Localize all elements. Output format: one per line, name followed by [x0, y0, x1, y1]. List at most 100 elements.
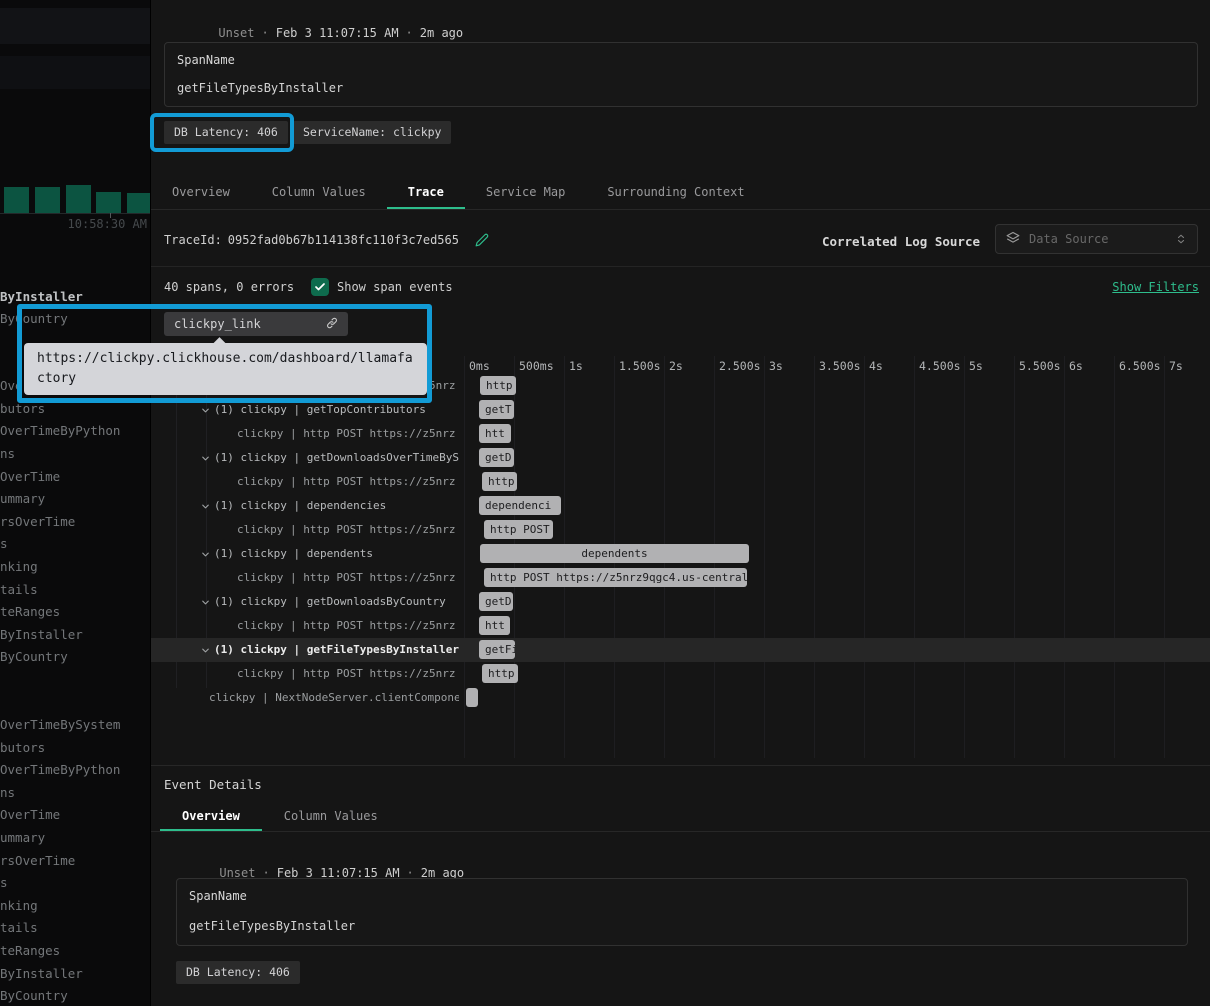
sidebar-item[interactable]: ummary	[0, 829, 45, 847]
trace-span-row[interactable]: clickpy | http POST https://z5nrzhttp	[151, 662, 1210, 686]
sidebar-item[interactable]: ummary	[0, 490, 45, 508]
span-name-value: getFileTypesByInstaller	[189, 919, 355, 933]
sidebar-item[interactable]: ns	[0, 784, 15, 802]
background-sidebar: 10:58:30 AM ByInstaller ByCountry Ove butor…	[0, 0, 150, 1006]
sidebar-item[interactable]: nking	[0, 897, 38, 915]
span-name-panel: SpanName getFileTypesByInstaller	[176, 878, 1188, 946]
db-latency-badge[interactable]: DB Latency: 406	[164, 121, 288, 144]
spans-summary: 40 spans, 0 errors	[164, 280, 294, 294]
timeline-tick-label: 3s	[769, 359, 783, 373]
span-name-panel: SpanName getFileTypesByInstaller	[164, 42, 1198, 107]
trace-span-row[interactable]: (1) clickpy | dependenciesdependenci	[151, 494, 1210, 518]
tab-column-values[interactable]: Column Values	[251, 177, 387, 209]
trace-span-bar[interactable]: getD	[479, 592, 513, 611]
tab-overview[interactable]: Overview	[151, 177, 251, 209]
sidebar-item[interactable]: OverTime	[0, 806, 60, 824]
trace-span-row[interactable]: (1) clickpy | getFileTypesByInstaller get…	[151, 638, 1210, 662]
sidebar-item[interactable]: OverTimeByPython	[0, 761, 120, 779]
span-label: (1) clickpy | getFileTypesByInstaller	[214, 638, 459, 662]
span-label: clickpy | http POST https://z5nrz	[237, 614, 456, 638]
trace-span-bar[interactable]: getT	[479, 400, 514, 419]
sidebar-item[interactable]: ByInstaller	[0, 965, 83, 983]
trace-span-row[interactable]: clickpy | http POST https://z5nrz htt	[151, 614, 1210, 638]
event-tab-overview[interactable]: Overview	[160, 802, 262, 831]
sidebar-item[interactable]: ByInstaller	[0, 626, 83, 644]
sidebar-item[interactable]: OverTime	[0, 468, 60, 486]
trace-span-row[interactable]: (1) clickpy | getDownloadsOverTimeByS get…	[151, 446, 1210, 470]
show-span-events-checkbox[interactable]	[311, 278, 329, 296]
sidebar-item[interactable]: ByCountry	[0, 987, 68, 1005]
timeline-tick-label: 1s	[569, 359, 583, 373]
trace-span-bar[interactable]: getFi	[479, 640, 515, 659]
chevron-down-icon[interactable]	[200, 501, 211, 512]
sidebar-item[interactable]: s	[0, 874, 8, 892]
chevron-down-icon[interactable]	[200, 597, 211, 608]
chevron-down-icon[interactable]	[200, 549, 211, 560]
span-label: (1) clickpy | getTopContributors	[214, 398, 426, 422]
event-age: 2m ago	[420, 26, 463, 40]
sidebar-item[interactable]: OverTimeBySystem	[0, 716, 120, 734]
trace-span-bar[interactable]: dependents	[480, 544, 749, 563]
chevron-down-icon[interactable]	[200, 405, 211, 416]
tab-surrounding-context[interactable]: Surrounding Context	[586, 177, 765, 209]
trace-span-row[interactable]: (1) clickpy | getTopContributors getT	[151, 398, 1210, 422]
sidebar-item[interactable]: tails	[0, 581, 38, 599]
show-span-events-label[interactable]: Show span events	[337, 280, 453, 294]
trace-span-bar[interactable]	[466, 688, 478, 707]
timeline-tick-label: 0ms	[469, 359, 490, 373]
sidebar-item[interactable]: butors	[0, 400, 45, 418]
show-filters-link[interactable]: Show Filters	[1112, 280, 1199, 294]
timeline-tick-label: 3.500s	[819, 359, 861, 373]
edit-pencil-icon[interactable]	[475, 233, 489, 247]
sidebar-item[interactable]: ByInstaller	[0, 288, 83, 306]
trace-span-bar[interactable]: htt	[479, 616, 510, 635]
trace-span-bar[interactable]: http	[482, 472, 517, 491]
external-link-icon	[268, 303, 338, 346]
trace-span-bar[interactable]: http	[482, 664, 518, 683]
trace-span-row[interactable]: clickpy | http POST https://z5nrzhtt	[151, 422, 1210, 446]
trace-span-row[interactable]: clickpy | http POST https://z5nrzhttp	[151, 470, 1210, 494]
section-divider	[151, 765, 1210, 766]
sidebar-item[interactable]: teRanges	[0, 603, 60, 621]
sidebar-item[interactable]: ByCountry	[0, 310, 68, 328]
trace-toolbar: TraceId:0952fad0b67b114138fc110f3c7ed565…	[151, 211, 1210, 267]
sidebar-item[interactable]: rsOverTime	[0, 513, 75, 531]
trace-span-bar[interactable]: getD	[479, 448, 514, 467]
sidebar-item[interactable]: ByCountry	[0, 648, 68, 666]
chevron-down-icon[interactable]	[200, 645, 211, 656]
sidebar-item[interactable]: OverTimeByPython	[0, 422, 120, 440]
trace-span-bar[interactable]: http POST https://z5nrz9qgc4.us-central	[484, 568, 747, 587]
trace-span-row[interactable]: (1) clickpy | getDownloadsByCountrygetD	[151, 590, 1210, 614]
clickpy-link-label: clickpy_link	[174, 317, 261, 331]
sidebar-item[interactable]: nking	[0, 558, 38, 576]
timeline-tick-label: 7s	[1169, 359, 1183, 373]
trace-span-bar[interactable]: htt	[479, 424, 511, 443]
drawer-tabs: OverviewColumn ValuesTraceService MapSur…	[151, 177, 1210, 210]
sidebar-item[interactable]: s	[0, 535, 8, 553]
chevron-down-icon[interactable]	[200, 453, 211, 464]
sidebar-item[interactable]: butors	[0, 739, 45, 757]
db-latency-badge[interactable]: DB Latency: 406	[176, 961, 300, 984]
sidebar-item[interactable]: tails	[0, 919, 38, 937]
tab-service-map[interactable]: Service Map	[465, 177, 586, 209]
trace-span-row[interactable]: clickpy | http POST https://z5nrzhttp PO…	[151, 518, 1210, 542]
data-source-select[interactable]: Data Source	[995, 224, 1198, 254]
trace-span-name: (1) clickpy | getDownloadsOverTimeByS	[151, 446, 459, 470]
clickpy-link-button[interactable]: clickpy_link	[164, 312, 348, 336]
sidebar-item[interactable]: ns	[0, 445, 15, 463]
service-name-badge[interactable]: ServiceName: clickpy	[293, 121, 451, 144]
histogram-time-label: 10:58:30 AM	[68, 217, 147, 231]
tab-trace[interactable]: Trace	[387, 177, 465, 209]
trace-span-bar[interactable]: dependenci	[479, 496, 561, 515]
trace-span-bar[interactable]: http	[480, 376, 516, 395]
trace-span-row[interactable]: clickpy | http POST https://z5nrzhttp PO…	[151, 566, 1210, 590]
trace-span-bar[interactable]: http POST	[484, 520, 553, 539]
sidebar-item[interactable]: rsOverTime	[0, 852, 75, 870]
trace-span-row[interactable]: (1) clickpy | dependentsdependents	[151, 542, 1210, 566]
histogram-bar	[127, 193, 150, 213]
trace-span-row[interactable]: clickpy | NextNodeServer.clientCompone	[151, 686, 1210, 710]
sidebar-item[interactable]: Ove	[0, 377, 23, 395]
timeline-tick-label: 5.500s	[1019, 359, 1061, 373]
sidebar-item[interactable]: teRanges	[0, 942, 60, 960]
event-tab-column-values[interactable]: Column Values	[262, 802, 400, 831]
